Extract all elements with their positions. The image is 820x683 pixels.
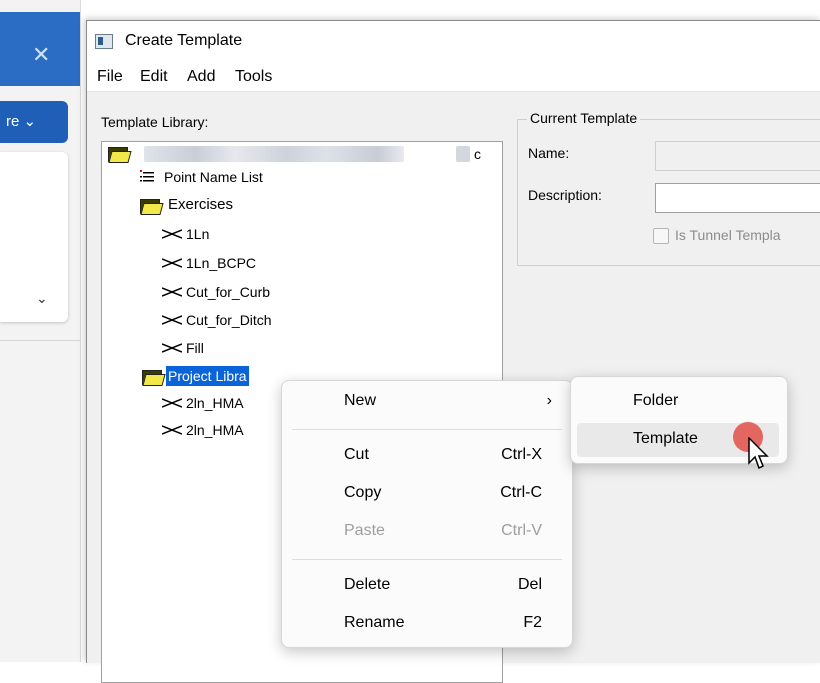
title-bar: Create Template [87,21,820,61]
menu-separator [292,559,562,560]
template-icon [162,258,182,268]
tree-item-point-name-list[interactable]: Point Name List [164,167,263,187]
tree-folder-exercises[interactable]: Exercises [168,195,233,215]
tree-item-cut-for-curb[interactable]: Cut_for_Curb [186,282,270,302]
tree-item-1ln[interactable]: 1Ln [186,224,209,244]
background-close-icon[interactable]: ✕ [32,44,50,66]
template-icon [162,398,182,408]
description-label: Description: [528,187,602,203]
folder-open-icon [142,370,166,386]
tree-item-cut-for-ditch[interactable]: Cut_for_Ditch [186,310,272,330]
menu-separator [292,429,562,430]
name-label: Name: [528,145,570,161]
template-library-label: Template Library: [101,114,209,130]
point-list-icon [140,170,154,182]
menu-item-delete[interactable]: Delete Del [282,567,572,603]
tunnel-template-checkbox[interactable] [653,228,669,244]
menu-item-cut[interactable]: Cut Ctrl-X [282,437,572,473]
background-card [0,152,68,322]
tree-folder-project-library[interactable]: Project Libra [166,366,249,386]
menu-file[interactable]: File [97,68,123,86]
menu-item-rename[interactable]: Rename F2 [282,605,572,641]
context-menu: New › Cut Ctrl-X Copy Ctrl-C Paste Ctrl-V D… [281,380,573,648]
menu-item-paste: Paste Ctrl-V [344,522,542,539]
menu-item-new[interactable]: New › [282,383,572,419]
tree-item-2ln-hma-1[interactable]: 2ln_HMA [186,393,244,413]
menu-edit[interactable]: Edit [140,68,168,86]
menu-bar: File Edit Add Tools [87,61,820,92]
background-blue-button[interactable]: re ⌄ [0,101,68,143]
template-icon [162,287,182,297]
root-library-name-redacted-2 [456,146,470,162]
tree-item-2ln-hma-2[interactable]: 2ln_HMA [186,420,244,440]
tree-item-fill[interactable]: Fill [186,338,204,358]
template-icon [162,229,182,239]
name-field[interactable] [655,141,820,171]
menu-tools[interactable]: Tools [235,68,272,86]
tunnel-template-label: Is Tunnel Templa [675,227,781,243]
background-window: ✕ re ⌄ ⌄ [0,0,81,662]
current-template-legend: Current Template [527,110,641,126]
template-icon [162,425,182,435]
root-library-name-redacted [144,146,404,162]
template-icon [162,315,182,325]
mouse-pointer-icon [748,437,769,470]
submenu-item-folder[interactable]: Folder [571,383,787,419]
description-field[interactable] [655,183,820,213]
menu-item-copy[interactable]: Copy Ctrl-C [282,475,572,511]
folder-open-icon [108,147,132,163]
chevron-down-icon[interactable]: ⌄ [36,290,48,307]
submenu-arrow-icon: › [546,392,552,409]
background-divider [0,340,80,341]
tree-item-1ln-bcpc[interactable]: 1Ln_BCPC [186,253,256,273]
window-title: Create Template [125,32,243,49]
app-icon [95,34,113,49]
template-icon [162,343,182,353]
root-library-suffix: c [474,146,481,162]
folder-open-icon [140,199,164,215]
menu-add[interactable]: Add [187,68,215,86]
